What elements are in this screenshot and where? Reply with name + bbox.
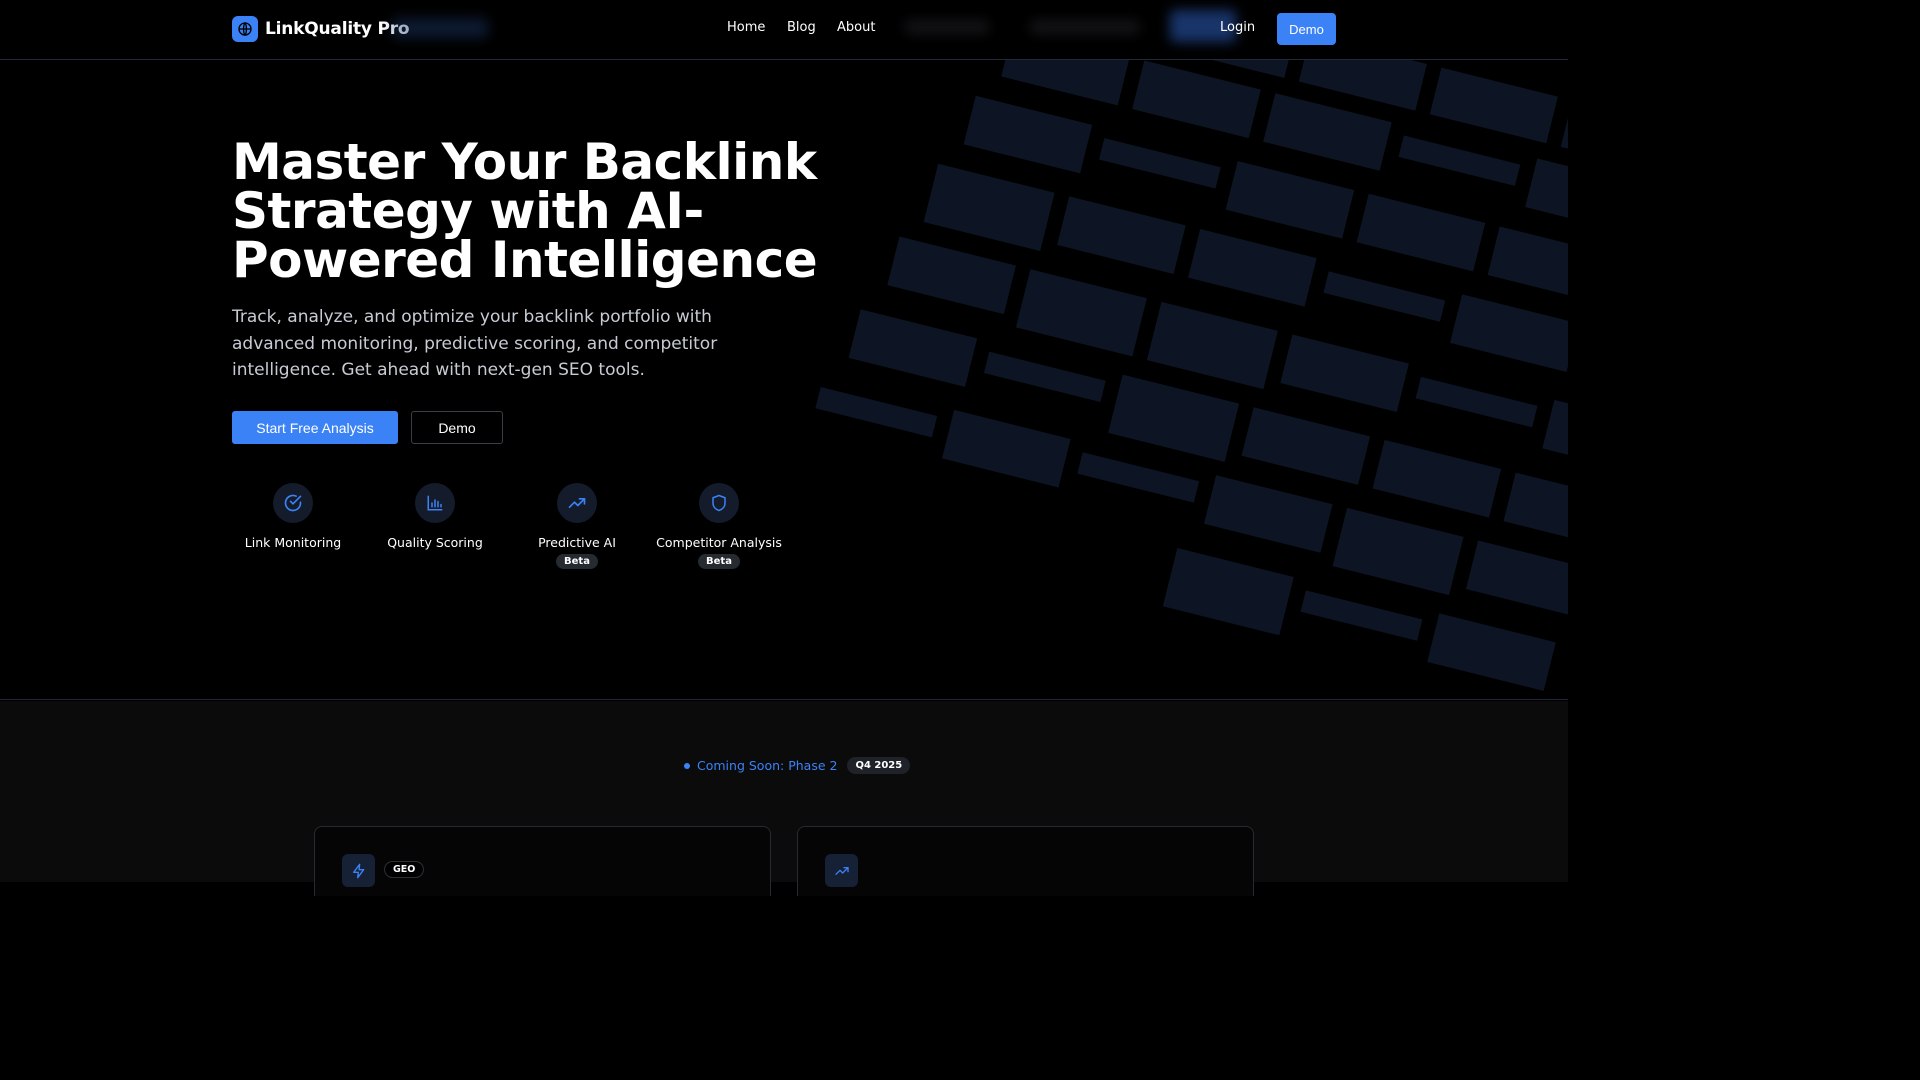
blurred-ghost-text <box>905 20 989 34</box>
geo-badge: GEO <box>384 861 425 878</box>
phase-card-geo[interactable]: GEO <box>314 826 771 896</box>
feature-link-monitoring: Link Monitoring <box>223 483 363 550</box>
feature-label: Competitor Analysis <box>656 535 782 550</box>
phase-card-trending[interactable] <box>797 826 1254 896</box>
trending-up-icon <box>557 483 597 523</box>
feature-competitor-analysis: Competitor Analysis Beta <box>649 483 789 569</box>
feature-predictive-ai: Predictive AI Beta <box>507 483 647 569</box>
beta-badge: Beta <box>698 554 740 569</box>
nav-blog[interactable]: Blog <box>787 20 816 35</box>
trending-up-icon <box>825 854 858 887</box>
feature-label: Predictive AI <box>538 535 616 550</box>
demo-button-header[interactable]: Demo <box>1277 13 1336 45</box>
demo-button-hero[interactable]: Demo <box>411 411 503 444</box>
shield-icon <box>699 483 739 523</box>
start-free-analysis-button[interactable]: Start Free Analysis <box>232 411 398 444</box>
feature-quality-scoring: Quality Scoring <box>365 483 505 550</box>
brand-logo[interactable]: LinkQuality Pro <box>232 16 410 42</box>
hero-title-line-3: Powered Intelligence <box>232 231 818 289</box>
feature-label: Link Monitoring <box>244 535 342 550</box>
coming-soon-text: Coming Soon: Phase 2 <box>697 758 838 773</box>
beta-badge: Beta <box>556 554 598 569</box>
phase-two-section: Coming Soon: Phase 2 Q4 2025 GEO <box>0 701 1568 896</box>
lightning-icon <box>342 854 375 887</box>
feature-label: Quality Scoring <box>387 535 483 550</box>
blurred-ghost-text <box>1030 20 1140 34</box>
blurred-ghost-text <box>392 18 488 38</box>
status-dot <box>684 762 690 769</box>
quarter-badge: Q4 2025 <box>847 757 911 774</box>
hero-subtitle: Track, analyze, and optimize your backli… <box>232 307 718 380</box>
hero-title: Master Your Backlink Strategy with AI- P… <box>232 137 832 285</box>
nav-home[interactable]: Home <box>727 20 765 35</box>
coming-soon-indicator: Coming Soon: Phase 2 Q4 2025 <box>684 757 911 774</box>
login-link[interactable]: Login <box>1220 20 1255 35</box>
brand-name: LinkQuality Pro <box>265 19 410 39</box>
check-circle-icon <box>273 483 313 523</box>
nav-about[interactable]: About <box>837 20 875 35</box>
globe-icon <box>232 16 258 42</box>
hero-section: Master Your Backlink Strategy with AI- P… <box>0 60 1568 700</box>
top-header: LinkQuality Pro Home Blog About Login De… <box>0 0 1568 60</box>
bar-chart-icon <box>415 483 455 523</box>
